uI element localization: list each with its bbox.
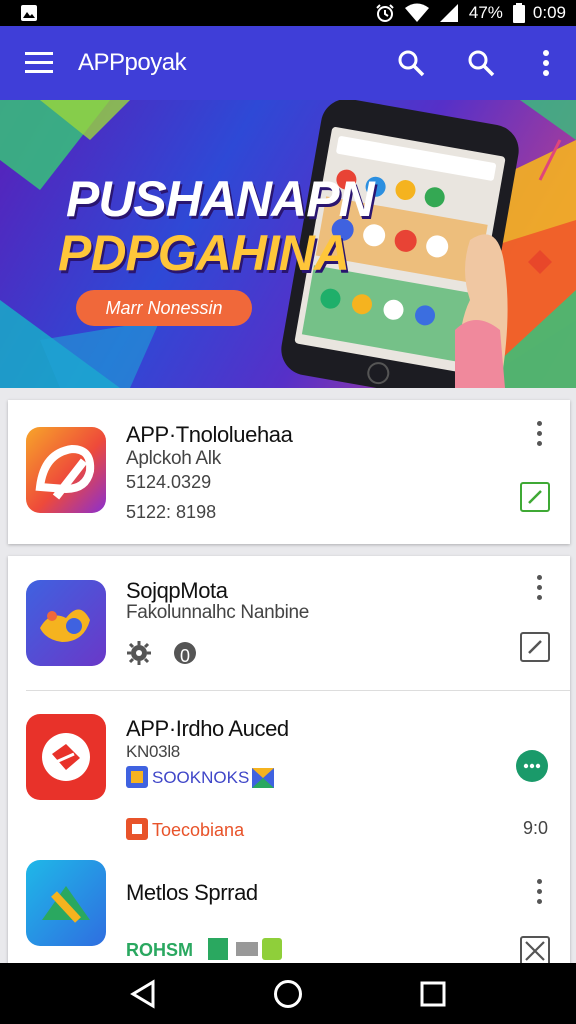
banner-cta-button[interactable]: Marr Nonessin [76, 290, 252, 326]
app-title: APPpoyak [78, 49, 187, 76]
more-horiz-icon[interactable] [516, 750, 548, 782]
image-icon [20, 4, 38, 22]
app-icon [26, 860, 106, 946]
app-name: APP·Irdho Auced [126, 716, 289, 741]
mail-icon [252, 768, 274, 793]
more-vert-icon[interactable] [516, 26, 576, 100]
search-icon[interactable] [446, 26, 516, 100]
app-name: APP·Tnololuehaa [126, 422, 293, 447]
search-icon[interactable] [376, 26, 446, 100]
app-tag: ROHSM [126, 940, 193, 960]
app-icon [26, 427, 106, 513]
list-item[interactable]: APP·Tnololuehaa Aplckoh Alk 5124.0329 51… [8, 400, 570, 544]
app-icon [26, 714, 106, 800]
promo-banner[interactable]: PUSHANAPN PDPGAHINA Marr Nonessin [0, 100, 576, 388]
tag-icon [126, 766, 148, 793]
app-tag: SOOKNOKS [152, 768, 250, 787]
tag-icon [126, 818, 148, 845]
app-meta-secondary: 5122: 8198 [126, 502, 217, 522]
app-subtitle: Aplckoh Alk [126, 448, 221, 469]
close-square-icon[interactable] [520, 936, 550, 966]
list-item[interactable]: APP·Irdho Auced KN03l8 SOOKNOKS Toecobia… [8, 690, 570, 850]
app-subtitle: KN03l8 [126, 742, 180, 761]
list-item[interactable]: Metlos Sprrad ROHSM [8, 850, 570, 966]
app-card-2[interactable]: SojqpMota Fakolunnalhc Nanbine 0 枝 APP·I… [8, 556, 570, 966]
right-value: 9:0 [522, 818, 548, 838]
menu-icon[interactable] [0, 26, 78, 100]
more-vert-icon[interactable] [528, 876, 550, 906]
edit-square-icon[interactable] [520, 482, 550, 512]
list-item[interactable]: SojqpMota Fakolunnalhc Nanbine 0 枝 [8, 556, 570, 690]
banner-headline-1: PUSHANAPN [66, 171, 375, 227]
recents-icon[interactable] [403, 964, 463, 1024]
status-bar: 47% 0:09 [0, 0, 576, 26]
back-icon[interactable] [113, 964, 173, 1024]
app-card-1[interactable]: APP·Tnololuehaa Aplckoh Alk 5124.0329 51… [8, 400, 570, 544]
gear-icon[interactable] [126, 640, 152, 671]
signal-icon [439, 3, 459, 23]
wifi-icon [404, 3, 429, 23]
tag-icon [208, 938, 284, 965]
more-vert-icon[interactable] [528, 572, 550, 602]
alarm-icon [375, 3, 395, 23]
app-name: SojqpMota [126, 578, 228, 603]
nav-bar [0, 963, 576, 1024]
home-icon[interactable] [258, 964, 318, 1024]
edit-square-icon[interactable] [520, 632, 550, 662]
more-vert-icon[interactable] [528, 418, 550, 448]
banner-headline-2: PDPGAHINA [58, 225, 350, 281]
app-name: Metlos Sprrad [126, 880, 258, 905]
app-icon [26, 580, 106, 666]
app-meta: 5124.0329 [126, 472, 212, 492]
battery-icon [512, 3, 525, 23]
app-subtitle: Fakolunnalhc Nanbine [126, 602, 310, 623]
battery-percent: 47% [468, 3, 503, 22]
app-meta: 0 枝 [180, 646, 214, 666]
app-bar: APPpoyak [0, 26, 576, 100]
app-bottom-tag: Toecobiana [152, 820, 245, 840]
clock: 0:09 [532, 3, 566, 22]
